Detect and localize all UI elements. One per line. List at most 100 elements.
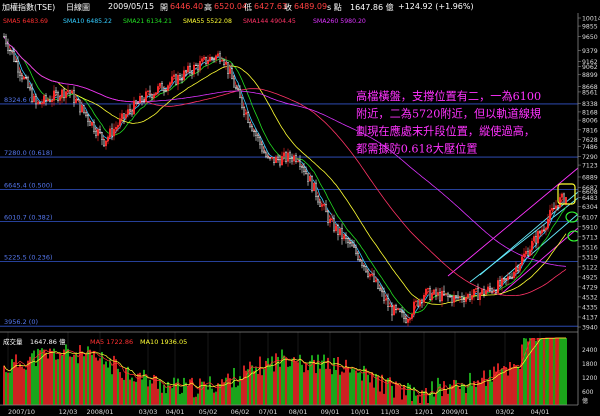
volume-bar [549, 338, 551, 405]
price-tick-label: 5713 [582, 234, 598, 241]
candle-body [379, 288, 382, 291]
volume-bar [15, 354, 17, 405]
candle-body [232, 78, 235, 88]
candle-body [363, 265, 366, 267]
candle-body [305, 171, 308, 175]
volume-bar [445, 389, 447, 405]
volume-bar [119, 372, 121, 405]
date-label: 08/01 [289, 408, 308, 416]
price-tick-label: 4335 [582, 304, 598, 311]
volume-bar [327, 357, 329, 405]
candle-body [485, 290, 488, 295]
date-label: 03/02 [496, 408, 515, 416]
price-tick-label: 7816 [582, 127, 598, 134]
candle-body [385, 298, 388, 301]
candle-body [64, 91, 67, 99]
volume-bar [525, 338, 527, 405]
candle-body [112, 128, 115, 137]
price-tick-label: 9379 [582, 48, 598, 55]
candle-body [419, 299, 422, 307]
candle-body [196, 65, 199, 71]
legend-label: SMA5 6483.69 [3, 18, 48, 25]
volume-bar [147, 386, 149, 405]
volume-bar [135, 381, 137, 405]
volume-bar [17, 367, 19, 405]
volume-bar [465, 393, 467, 405]
candle-body [63, 89, 66, 99]
price-tick-label: 4137 [582, 314, 598, 321]
volume-bar [9, 372, 11, 405]
volume-bar [487, 380, 489, 405]
volume-bar [407, 382, 409, 405]
volume-bar [169, 385, 171, 405]
candle-body [543, 229, 546, 231]
candle-body [287, 152, 290, 162]
candle-body [359, 259, 362, 262]
price-tick-label: 5910 [582, 224, 598, 231]
candle-body [347, 238, 350, 244]
candle-body [415, 300, 418, 303]
volume-bar [247, 369, 249, 405]
candle-body [399, 308, 402, 313]
candle-body [491, 288, 494, 292]
candle-body [238, 89, 241, 99]
candle-body [174, 74, 177, 85]
volume-tick-label: 2400 [582, 347, 597, 354]
volume-bar [497, 363, 499, 405]
volume-bar [417, 395, 419, 405]
candle-body [214, 55, 217, 60]
volume-bar [183, 377, 185, 405]
candle-body [216, 53, 219, 56]
candle-body [319, 201, 322, 207]
volume-bar [319, 368, 321, 405]
price-tick-label: 7290 [582, 154, 598, 161]
candle-body [273, 157, 276, 163]
volume-bar [45, 352, 47, 405]
volume-bar [479, 383, 481, 405]
candle-body [299, 160, 302, 167]
volume-bar [171, 388, 173, 405]
volume-bar [181, 392, 183, 405]
volume-bar [243, 365, 245, 405]
candle-body [43, 95, 46, 104]
candle-body [555, 205, 558, 209]
volume-bar [75, 352, 77, 405]
candle-body [477, 288, 480, 300]
candle-body [409, 318, 412, 320]
candle-body [80, 105, 83, 113]
volume-bar [539, 338, 541, 405]
volume-bar [435, 393, 437, 405]
candle-body [469, 294, 472, 300]
volume-bar [131, 377, 133, 405]
candle-body [465, 297, 468, 302]
candle-body [240, 97, 243, 108]
legend-label: SMA21 6134.21 [123, 18, 172, 25]
volume-bar [351, 368, 353, 405]
volume-bar [289, 366, 291, 405]
volume-bar [55, 359, 57, 405]
volume-bar [335, 369, 337, 405]
candle-body [128, 109, 131, 112]
volume-bar [355, 370, 357, 405]
candle-body [339, 228, 342, 235]
candle-body [281, 156, 284, 166]
candle-body [152, 94, 155, 99]
date-label: 04/01 [166, 408, 185, 416]
candle-body [70, 90, 73, 94]
volume-bar [473, 381, 475, 405]
candle-body [242, 107, 245, 115]
candle-body [523, 253, 526, 257]
candle-body [505, 278, 508, 280]
candle-body [166, 85, 169, 91]
volume-bar [415, 395, 417, 405]
volume-bar [223, 382, 225, 405]
candle-body [289, 152, 292, 159]
candle-body [457, 295, 460, 299]
candle-body [437, 292, 440, 296]
volume-bar [339, 374, 341, 405]
volume-bar [343, 372, 345, 405]
volume-bar [93, 350, 95, 405]
candle-body [198, 61, 201, 71]
fib-label: 6010.7 (0.382) [4, 214, 53, 222]
price-tick-label: 10014 [582, 16, 600, 23]
